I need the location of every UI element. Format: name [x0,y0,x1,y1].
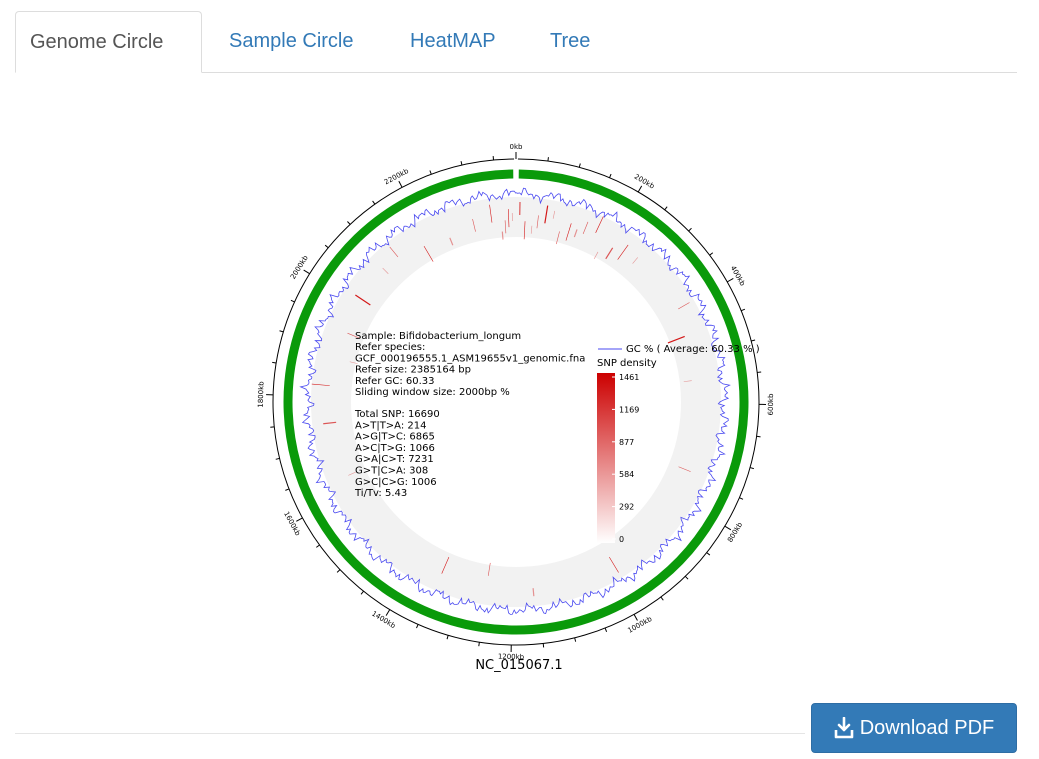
minor-tick [664,206,668,211]
minor-tick [272,361,277,364]
legend-scale-label: 584 [619,470,634,479]
minor-tick [709,252,714,256]
footer-divider [15,733,805,734]
tick-label: 1800kb [257,381,266,408]
minor-tick [604,627,608,632]
tick-label: 800kb [726,520,744,543]
legend-scale-label: 0 [619,535,624,544]
minor-tick [347,221,351,225]
minor-tick [578,163,581,168]
minor-tick [416,624,419,629]
tick-label: 1400kb [370,610,397,631]
download-icon [834,716,854,739]
legend-scale-label: 1169 [619,405,639,414]
minor-tick [740,308,746,312]
info-line: Sliding window size: 2000bp % [355,387,510,398]
minor-tick [660,596,664,601]
minor-tick [574,637,577,642]
minor-tick [684,575,689,580]
stats-line: A>G|T>C: 6865 [355,432,435,443]
stats-line: A>T|T>A: 214 [355,420,426,431]
chart-title: NC_015067.1 [475,658,562,673]
minor-tick [446,635,449,640]
stats-line: Total SNP: 16690 [354,409,440,420]
tick-label: 2000kb [289,254,310,281]
major-tick [726,277,734,283]
minor-tick [460,161,463,166]
minor-tick [478,642,480,647]
info-line: Refer GC: 60.33 [355,376,435,387]
stats-line: G>T|C>A: 308 [355,466,428,477]
minor-tick [360,590,364,595]
snp-legend-title: SNP density [597,358,657,369]
minor-tick [749,467,754,470]
download-label: Download PDF [859,716,995,739]
tick-label: 2200kb [383,167,410,187]
tick-label: 200kb [633,173,656,191]
minor-tick [372,200,376,205]
info-line: Refer size: 2385164 bp [355,365,471,376]
minor-tick [275,457,280,460]
minor-tick [336,569,341,573]
gc-legend-label: GC % ( Average: 60.33 % ) [626,344,760,355]
gc-content-line [299,187,731,615]
minor-tick [609,173,612,178]
stats-line: G>A|C>T: 7231 [355,454,434,465]
minor-tick [429,170,432,175]
snp-density-bar [597,373,615,543]
minor-tick [706,552,711,556]
minor-tick [756,435,761,438]
track-background [311,197,721,607]
tick-label: 600kb [767,393,775,415]
circle-tracks [283,169,749,635]
stats-line: Ti/Tv: 5.43 [354,488,407,499]
minor-tick [290,299,295,303]
minor-tick [324,244,329,249]
genome-backbone-ring [283,169,749,635]
minor-tick [285,488,290,491]
info-panel: Sample: Bifidobacterium_longumRefer spec… [354,331,585,499]
legend-scale-label: 1461 [619,373,639,382]
legend-scale-label: 292 [619,503,634,512]
minor-tick [751,339,756,342]
major-tick [296,517,303,522]
stats-line: G>C|C>G: 1006 [355,477,437,488]
major-tick [724,525,732,531]
minor-tick [688,227,692,232]
minor-tick [547,157,549,162]
minor-tick [279,330,284,333]
major-tick [303,269,310,275]
info-line: Refer species: [355,342,425,353]
major-tick [633,614,638,621]
minor-tick [739,497,744,500]
tick-label: 400kb [729,264,747,287]
major-tick [385,609,391,616]
info-line: GCF_000196555.1_ASM19655v1_genomic.fna [355,353,585,364]
tick-label: 1000kb [626,615,653,635]
download-pdf-button[interactable]: Download PDF [811,703,1017,753]
stats-line: A>C|T>G: 1066 [355,443,435,454]
tick-label: 1600kb [282,510,302,537]
major-tick [398,180,403,188]
tick-label: 0kb [510,143,524,151]
major-tick [637,185,643,193]
genome-circle-figure: 0kb200kb400kb600kb800kb1000kb1200kb1400k… [257,143,775,673]
snp-mark [532,588,535,597]
info-line: Sample: Bifidobacterium_longum [355,331,521,342]
legend-scale-label: 877 [619,438,634,447]
minor-tick [316,544,320,548]
snp-mark [501,231,504,240]
